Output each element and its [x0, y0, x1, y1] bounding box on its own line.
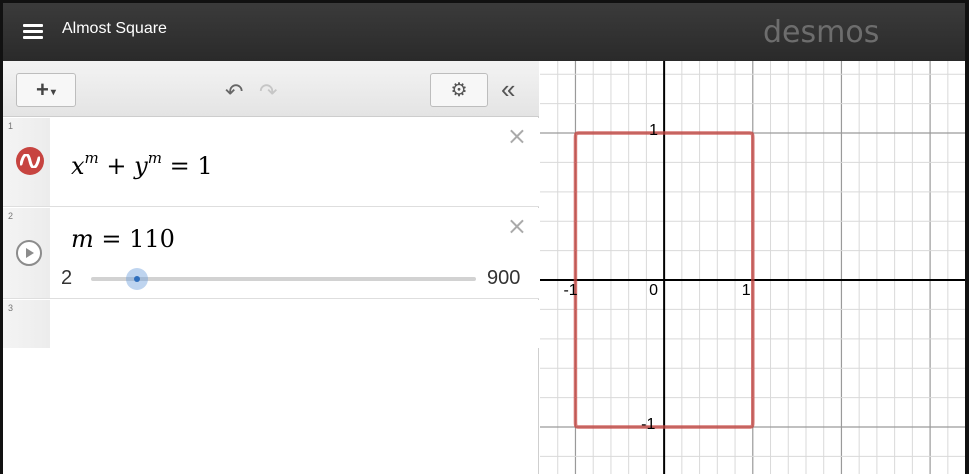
slider-handle[interactable]: [126, 268, 149, 290]
expression-number: 1: [8, 121, 14, 131]
expression-toolbar: + ▾ ↶ ↷ ⚙ «: [3, 61, 539, 117]
hamburger-menu-icon[interactable]: [23, 24, 43, 40]
redo-icon[interactable]: ↷: [259, 79, 277, 105]
gear-icon: ⚙: [450, 79, 468, 101]
top-bar: Almost Square desmos: [3, 3, 965, 61]
undo-icon[interactable]: ↶: [225, 79, 243, 105]
x-tick-label-pos: 1: [741, 282, 751, 300]
origin-label: 0: [649, 282, 659, 300]
settings-button[interactable]: ⚙: [430, 73, 488, 107]
graph-canvas[interactable]: -1 0 1 1 -1: [540, 61, 965, 474]
graph-curve-icon[interactable]: [16, 147, 44, 175]
expression-gutter: 3: [3, 300, 50, 348]
chevron-down-icon: ▾: [50, 86, 56, 98]
expression-panel: + ▾ ↶ ↷ ⚙ « 1 xm + ym = 1 × 2 m = 110 × …: [3, 61, 539, 474]
expression-row-1[interactable]: 1 xm + ym = 1 ×: [3, 118, 539, 207]
expression-formula[interactable]: xm + ym = 1: [71, 149, 213, 180]
slider-formula[interactable]: m = 110: [71, 225, 175, 253]
expression-gutter: 1: [3, 118, 50, 206]
slider-track[interactable]: [91, 268, 476, 290]
graph-svg[interactable]: [540, 61, 965, 474]
y-tick-label-pos: 1: [649, 122, 659, 140]
delete-expression-icon[interactable]: ×: [507, 122, 527, 150]
plus-icon: +: [36, 77, 49, 102]
expression-row-2[interactable]: 2 m = 110 × 2 900: [3, 208, 539, 299]
slider-max-value[interactable]: 900: [487, 267, 520, 290]
expression-row-3[interactable]: 3: [3, 300, 539, 348]
expression-number: 2: [8, 211, 14, 221]
y-tick-label-neg: -1: [641, 416, 656, 434]
delete-expression-icon[interactable]: ×: [507, 212, 527, 240]
expression-gutter: 2: [3, 208, 50, 298]
add-item-button[interactable]: + ▾: [16, 73, 76, 107]
desmos-logo: desmos: [763, 15, 880, 50]
slider-min-value[interactable]: 2: [61, 267, 72, 290]
collapse-panel-icon[interactable]: «: [501, 74, 515, 105]
expression-number: 3: [8, 303, 14, 313]
graph-title[interactable]: Almost Square: [62, 20, 167, 38]
desmos-window: Almost Square desmos + ▾ ↶ ↷ ⚙ « 1 xm + …: [0, 0, 969, 474]
play-icon[interactable]: [16, 240, 42, 266]
x-tick-label-neg: -1: [563, 282, 578, 300]
